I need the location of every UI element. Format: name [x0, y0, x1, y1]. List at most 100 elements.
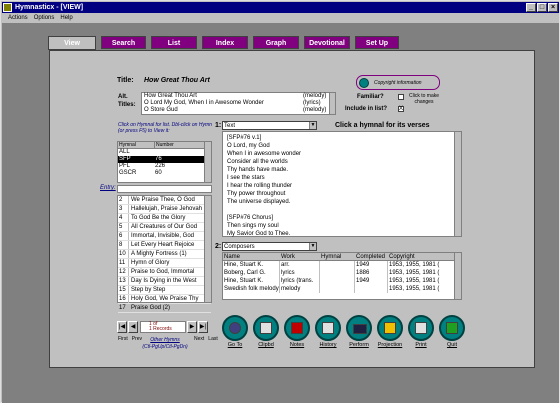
- text-line: My Savior God to Thee.: [227, 231, 291, 237]
- text-line: [227, 206, 461, 214]
- close-button[interactable]: ×: [548, 3, 558, 12]
- list-item[interactable]: 8 Let Every Heart Rejoice: [118, 241, 211, 250]
- song-list-scrollbar[interactable]: [204, 196, 211, 302]
- list-item[interactable]: 5 All Creatures of Our God: [118, 223, 211, 232]
- list-item[interactable]: 6 Immortal, Invisible, God: [118, 232, 211, 241]
- minimize-button[interactable]: _: [526, 3, 536, 12]
- list-item[interactable]: 13 Day Is Dying in the West: [118, 277, 211, 286]
- menu-options[interactable]: Options: [34, 15, 55, 21]
- list-item[interactable]: 4 To God Be the Glory: [118, 214, 211, 223]
- section1-number: 1:: [215, 122, 222, 129]
- list-item[interactable]: 12 Praise to God, Immortal: [118, 268, 211, 277]
- chevron-down-icon[interactable]: ▼: [309, 243, 316, 250]
- quit-button[interactable]: Quit: [437, 315, 467, 348]
- app-icon[interactable]: [3, 3, 12, 12]
- chevron-down-icon[interactable]: ▼: [309, 122, 316, 129]
- text-line: Thy hands have made.: [227, 167, 289, 173]
- list-item[interactable]: 3 Hallelujah, Praise Jehovah: [118, 205, 211, 214]
- history-button[interactable]: History: [313, 315, 343, 348]
- hymnal-row-selected[interactable]: SFP 76: [118, 156, 211, 163]
- menu-bar: Actions Options Help: [2, 13, 559, 22]
- hymn-text-box[interactable]: [SFP#76 v.1] O Lord, my God When I in aw…: [222, 131, 462, 237]
- table-row[interactable]: Boberg, Carl G. lyrics 1886 1953, 1955, 198…: [223, 269, 461, 277]
- section1-select[interactable]: Text ▼: [222, 121, 317, 130]
- alt-titles-scrollbar[interactable]: [329, 93, 335, 114]
- copyright-button[interactable]: Copyright information: [356, 75, 440, 90]
- text-scrollbar[interactable]: [454, 132, 461, 236]
- hymn-title: How Great Thou Art: [144, 77, 210, 84]
- list-item[interactable]: 15 Step by Step: [118, 286, 211, 295]
- maximize-button[interactable]: □: [537, 3, 547, 12]
- projection-button[interactable]: Projection: [375, 315, 405, 348]
- last-record-button[interactable]: ▶|: [198, 321, 208, 333]
- tab-graph[interactable]: Graph: [253, 36, 299, 49]
- familiar-label: Familiar?: [357, 94, 384, 100]
- composers-table[interactable]: Name Work Hymnal Completed Copyright Hine, S…: [222, 252, 462, 300]
- song-list[interactable]: 2 We Praise Thee, O God 3 Hallelujah, Prai…: [117, 195, 212, 313]
- tab-devotional[interactable]: Devotional: [304, 36, 350, 49]
- first-record-button[interactable]: |◀: [117, 321, 127, 333]
- hymnal-hint: Click on Hymnal for list. Dbl-click on H…: [118, 122, 212, 134]
- print-button[interactable]: Print: [406, 315, 436, 348]
- familiar-checkbox[interactable]: [398, 94, 404, 100]
- hymnal-table[interactable]: Hymnal Number ALL SFP 76 PFL 226 GSCR 60: [117, 141, 212, 183]
- alt-titles-list[interactable]: How Great Thou Art (melody) O Lord My God…: [141, 92, 336, 115]
- other-hymns-link[interactable]: Other Hymns: [137, 337, 193, 343]
- list-item[interactable]: 10 A Mighty Fortress (1): [118, 250, 211, 259]
- text-line: [SFP#76 v.1]: [227, 135, 262, 141]
- list-item[interactable]: 11 Hymn of Glory: [118, 259, 211, 268]
- hymnal-row[interactable]: PFL 226: [118, 163, 211, 170]
- notes-icon: [291, 322, 303, 334]
- include-checkbox[interactable]: X: [398, 106, 404, 112]
- perform-button[interactable]: Perform: [344, 315, 374, 348]
- section2-number: 2:: [215, 243, 222, 250]
- prev-record-button[interactable]: ◀: [128, 321, 138, 333]
- text-line: When I in awesome wonder: [227, 151, 302, 157]
- table-row[interactable]: Hine, Stuart K. arr. 1949 1953, 1955, 1981 …: [223, 261, 461, 269]
- menu-actions[interactable]: Actions: [8, 15, 28, 21]
- table-header: Name Work Hymnal Completed Copyright: [223, 253, 461, 261]
- menu-help[interactable]: Help: [60, 15, 72, 21]
- include-label: Include in list?: [345, 106, 388, 112]
- clipboard-button[interactable]: Clipbd: [251, 315, 281, 348]
- text-line: [SFP#76 Chorus]: [227, 215, 274, 221]
- section2-select[interactable]: Composers ▼: [222, 242, 317, 251]
- entry-input[interactable]: [117, 185, 212, 193]
- table-row[interactable]: Swedish folk melody melody 1953, 1955, 198…: [223, 285, 461, 293]
- table-row[interactable]: Hine, Stuart K. lyrics (trans. 1949 1953, 1…: [223, 277, 461, 285]
- next-record-button[interactable]: ▶: [187, 321, 197, 333]
- hymnal-row[interactable]: GSCR 60: [118, 170, 211, 177]
- list-item[interactable]: 2 We Praise Thee, O God: [118, 196, 211, 205]
- eye-icon: [229, 322, 241, 334]
- hymnal-scrollbar[interactable]: [204, 142, 211, 182]
- tab-list[interactable]: List: [151, 36, 197, 49]
- composers-scrollbar[interactable]: [454, 253, 461, 299]
- hymnal-header: Hymnal Number: [118, 142, 211, 149]
- text-line: The universe displayed.: [227, 199, 291, 205]
- tab-index[interactable]: Index: [202, 36, 248, 49]
- door-icon: [446, 322, 458, 334]
- tab-view[interactable]: View: [48, 36, 96, 50]
- record-navigator: |◀ ◀ 1 of 1 Records ▶ ▶|: [117, 321, 209, 333]
- projector-icon: [384, 322, 396, 334]
- hymnal-row[interactable]: ALL: [118, 149, 211, 156]
- action-toolbar: Go To Clipbd Notes History Perform Proje…: [220, 315, 468, 348]
- alt-title-row[interactable]: How Great Thou Art (melody): [142, 93, 335, 100]
- window-title: Hymnasticx - [VIEW]: [15, 4, 84, 11]
- tab-setup[interactable]: Set Up: [355, 36, 399, 49]
- list-item[interactable]: 16 Holy God, We Praise Thy: [118, 295, 211, 304]
- copyright-label: Copyright information: [374, 79, 422, 86]
- alt-title-row[interactable]: O Store Gud (melody): [142, 107, 335, 114]
- goto-button[interactable]: Go To: [220, 315, 250, 348]
- record-counter: 1 of 1 Records: [140, 321, 186, 333]
- text-line: I see the stars: [227, 175, 265, 181]
- tab-search[interactable]: Search: [101, 36, 146, 49]
- alt-title-row[interactable]: O Lord My God, When I in Awesome Wonder(…: [142, 100, 335, 107]
- section1-caption: Click a hymnal for its verses: [335, 122, 430, 129]
- notes-button[interactable]: Notes: [282, 315, 312, 348]
- list-item[interactable]: 17 Praise God (2): [118, 304, 211, 313]
- alt-titles-label: Alt. Titles:: [118, 94, 136, 108]
- keyboard-icon: [353, 324, 367, 334]
- text-line: O Lord, my God: [227, 143, 270, 149]
- printer-icon: [415, 322, 427, 334]
